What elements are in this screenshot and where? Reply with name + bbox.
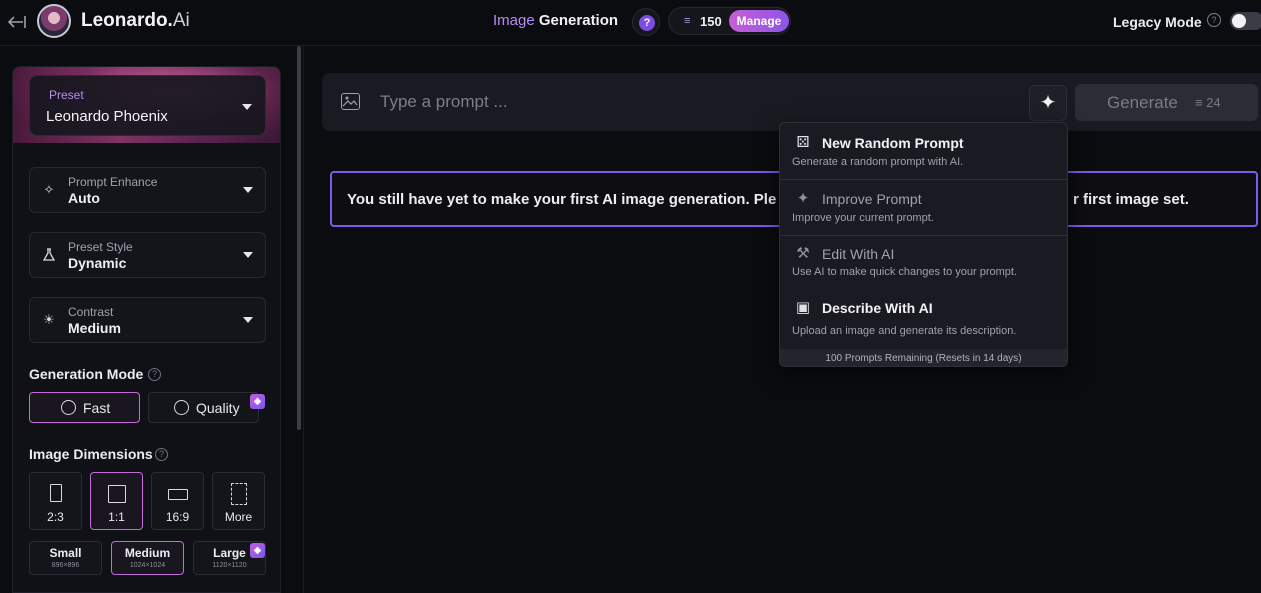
fast-mode-button[interactable]: Fast: [29, 392, 140, 423]
toggle-knob: [1232, 14, 1246, 28]
sun-icon: ☀: [43, 312, 55, 327]
menu-item-desc: Upload an image and generate its descrip…: [792, 325, 1017, 337]
menu-item-edit-with-ai[interactable]: ⚒ Edit With AI Use AI to make quick chan…: [780, 236, 1067, 290]
magic-wand-icon: ⚒: [796, 245, 810, 262]
sparkle-icon: ✦: [1039, 92, 1057, 114]
quality-mode-label: Quality: [196, 400, 240, 416]
quality-mode-button[interactable]: Quality: [148, 392, 259, 423]
fast-mode-label: Fast: [83, 400, 111, 416]
check-circle-icon: [174, 400, 189, 415]
prompt-input[interactable]: [380, 90, 1020, 114]
size-label: Small: [49, 546, 82, 560]
chevron-down-icon: [243, 317, 253, 323]
preset-label: Preset: [49, 88, 84, 102]
image-dimensions-help-icon[interactable]: ?: [155, 448, 168, 461]
ratio-label: 1:1: [108, 510, 125, 524]
menu-item-new-random-prompt[interactable]: ⚄ New Random Prompt Generate a random pr…: [780, 123, 1067, 179]
size-label: Medium: [124, 546, 171, 560]
menu-item-desc: Use AI to make quick changes to your pro…: [792, 266, 1018, 278]
generation-mode-title: Generation Mode: [29, 366, 144, 382]
generate-label: Generate: [1107, 93, 1178, 112]
prompt-enhance-dropdown[interactable]: ✧ Prompt Enhance Auto: [29, 167, 266, 213]
speedometer-icon: [61, 400, 76, 415]
banner-text: You still have yet to make your first AI…: [347, 191, 777, 208]
premium-gem-icon: ◆: [250, 543, 265, 558]
token-icon: ≡: [1195, 95, 1207, 110]
ratio-1-1-button[interactable]: 1:1: [90, 472, 143, 530]
ratio-16-9-button[interactable]: 16:9: [151, 472, 204, 530]
brand-logo[interactable]: [37, 4, 71, 38]
menu-item-desc: Generate a random prompt with AI.: [792, 156, 964, 168]
preset-value: Leonardo Phoenix: [46, 108, 168, 125]
ratio-2-3-button[interactable]: 2:3: [29, 472, 82, 530]
image-edit-icon: ▣: [795, 299, 811, 316]
size-resolution: 1024×1024: [129, 562, 166, 569]
ratio-label: 2:3: [47, 510, 64, 524]
generation-mode-help-icon[interactable]: ?: [148, 368, 161, 381]
ratio-more-button[interactable]: More: [212, 472, 265, 530]
menu-item-title: Edit With AI: [822, 246, 895, 262]
credits-pill: ≡ 150 Manage: [668, 7, 791, 35]
manage-button[interactable]: Manage: [729, 10, 789, 32]
more-ratios-icon: [231, 483, 247, 505]
size-resolution: 1120×1120: [212, 562, 247, 569]
legacy-mode-toggle[interactable]: [1230, 12, 1261, 30]
credits-count: 150: [700, 14, 722, 29]
portrait-ratio-icon: [50, 484, 62, 502]
contrast-value: Medium: [68, 320, 121, 336]
menu-item-desc: Improve your current prompt.: [792, 212, 934, 224]
chevron-down-icon: [243, 252, 253, 258]
dice-icon: ⚄: [796, 134, 810, 151]
question-icon: ?: [639, 15, 655, 31]
settings-sidebar: Preset Leonardo Phoenix ✧ Prompt Enhance…: [12, 66, 281, 593]
legacy-help-icon[interactable]: ?: [1207, 13, 1221, 27]
contrast-label: Contrast: [68, 305, 114, 319]
menu-item-title: New Random Prompt: [822, 135, 964, 151]
sparkle-icon: ✧: [43, 182, 55, 197]
premium-gem-icon: ◆: [250, 394, 265, 409]
legacy-mode-label: Legacy Mode: [1113, 14, 1202, 30]
prompts-remaining-footer: 100 Prompts Remaining (Resets in 14 days…: [780, 349, 1067, 366]
contrast-dropdown[interactable]: ☀ Contrast Medium: [29, 297, 266, 343]
preset-dropdown[interactable]: Preset Leonardo Phoenix: [29, 75, 266, 136]
page-title: Image Generation: [493, 12, 619, 29]
size-medium-button[interactable]: Medium 1024×1024: [111, 541, 184, 575]
chevron-down-icon: [242, 104, 252, 110]
menu-item-describe-with-ai[interactable]: ▣ Describe With AI Upload an image and g…: [780, 290, 1067, 348]
landscape-ratio-icon: [168, 489, 188, 500]
collapse-sidebar-icon[interactable]: [6, 12, 28, 32]
flask-icon: [41, 247, 57, 263]
image-dimensions-title: Image Dimensions: [29, 446, 153, 462]
generate-cost: ≡ 24: [1195, 95, 1221, 110]
prompt-tools-menu: ⚄ New Random Prompt Generate a random pr…: [779, 122, 1068, 367]
ratio-label: More: [224, 510, 253, 524]
brand-name[interactable]: Leonardo.Ai: [81, 10, 190, 32]
image-prompt-icon[interactable]: [341, 93, 360, 110]
preset-style-value: Dynamic: [68, 255, 127, 271]
menu-item-title: Describe With AI: [822, 300, 933, 316]
sparkle-icon: ✦: [796, 190, 810, 207]
prompt-enhance-label: Prompt Enhance: [68, 175, 158, 189]
generate-button[interactable]: Generate ≡ 24: [1075, 84, 1258, 121]
help-button[interactable]: ?: [632, 8, 660, 36]
chevron-down-icon: [243, 187, 253, 193]
size-resolution: 896×896: [51, 562, 80, 569]
prompt-enhance-value: Auto: [68, 190, 100, 206]
token-icon: ≡: [684, 15, 691, 27]
app-root: Leonardo.Ai Image Generation ? ≡ 150 Man…: [0, 0, 1261, 593]
preset-style-label: Preset Style: [68, 240, 133, 254]
top-bar: Leonardo.Ai Image Generation ? ≡ 150 Man…: [0, 0, 1261, 46]
ratio-label: 16:9: [165, 510, 190, 524]
menu-item-title: Improve Prompt: [822, 191, 922, 207]
square-ratio-icon: [108, 485, 126, 503]
prompt-tools-button[interactable]: ✦: [1029, 85, 1067, 121]
sidebar-scrollbar[interactable]: [297, 46, 301, 430]
preset-style-dropdown[interactable]: Preset Style Dynamic: [29, 232, 266, 278]
size-small-button[interactable]: Small 896×896: [29, 541, 102, 575]
menu-item-improve-prompt[interactable]: ✦ Improve Prompt Improve your current pr…: [780, 180, 1067, 235]
banner-text-tail: r first image set.: [1073, 191, 1189, 208]
sidebar-divider: [303, 46, 304, 593]
